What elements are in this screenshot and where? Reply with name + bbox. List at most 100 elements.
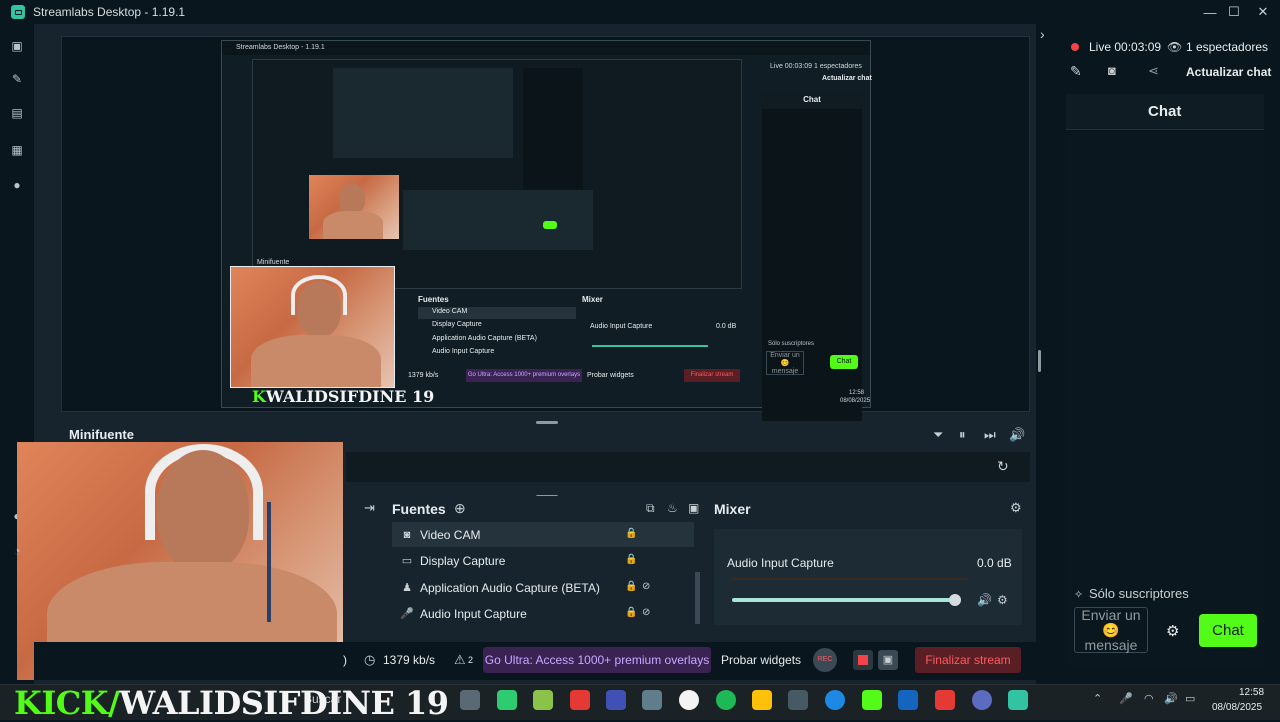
bitrate-value: 1379 kb/s xyxy=(383,653,436,667)
task-view-icon[interactable] xyxy=(460,690,480,710)
chat-settings-icon[interactable]: ⚙ xyxy=(1166,622,1179,640)
go-ultra-button[interactable]: Go Ultra: Access 1000+ premium overlays xyxy=(483,647,711,673)
mixer-slider-handle[interactable] xyxy=(949,594,961,606)
refresh-chat-button[interactable]: Actualizar chat xyxy=(1186,65,1271,79)
lock-icon[interactable]: 🔒 xyxy=(625,528,637,539)
youtube-icon-2[interactable] xyxy=(935,690,955,710)
kick-app-icon[interactable] xyxy=(862,690,882,710)
nested-chat-button: Chat xyxy=(830,355,858,369)
viewer-count: 1 espectadores xyxy=(1186,40,1269,54)
skip-icon[interactable]: ⏭ xyxy=(984,427,996,443)
editor-icon[interactable]: ▣ xyxy=(10,40,24,52)
volume-icon[interactable]: 🔊 xyxy=(1009,427,1025,443)
wifi-icon[interactable]: ◠ xyxy=(1144,692,1154,705)
eye-off-icon[interactable]: ⊘ xyxy=(642,581,650,592)
sidebar-icon-7[interactable]: ◔ xyxy=(10,545,24,557)
nested-ultra: Go Ultra: Access 1000+ premium overlays xyxy=(466,369,582,382)
nested-fuentes: Fuentes xyxy=(418,295,449,304)
source-row[interactable]: ◙ Video CAM xyxy=(392,522,694,547)
chrome-icon[interactable] xyxy=(679,690,699,710)
tray-chevron-icon[interactable]: ⌃ xyxy=(1093,692,1102,705)
defender-icon[interactable] xyxy=(898,690,918,710)
source-folder-icon[interactable]: ⧉ xyxy=(646,501,655,516)
lock-icon[interactable]: 🔒 xyxy=(625,607,637,618)
nested-chat-header: Chat xyxy=(762,91,862,109)
spotify-icon[interactable] xyxy=(716,690,736,710)
viewers-icon: 👁 xyxy=(1167,40,1183,54)
pause-icon[interactable]: ⏸ xyxy=(959,427,966,443)
tray-mic-icon[interactable]: 🎤 xyxy=(1119,692,1133,705)
sources-title: Fuentes xyxy=(392,501,446,517)
app-icon-4[interactable] xyxy=(788,690,808,710)
app-icon-3[interactable] xyxy=(752,690,772,710)
replay-save-icon[interactable]: ▣ xyxy=(878,650,898,670)
source-name: Application Audio Capture (BETA) xyxy=(420,580,600,595)
nested-refresh: Actualizar chat xyxy=(822,75,872,82)
battery-icon[interactable]: ▭ xyxy=(1185,692,1195,705)
warning-icon[interactable]: ⚠ xyxy=(454,652,466,668)
youtube-icon[interactable] xyxy=(570,690,590,710)
nested-bitrate: 1379 kb/s xyxy=(408,372,439,379)
mixer-db: 0.0 dB xyxy=(977,556,1012,570)
rec-button[interactable]: REC xyxy=(813,648,837,672)
sources-scrollbar[interactable] xyxy=(695,572,700,624)
play-icon[interactable]: ● xyxy=(10,179,24,191)
edge-icon[interactable] xyxy=(825,690,845,710)
collapse-chat-icon[interactable]: › xyxy=(1040,26,1045,42)
nested-chat-input: Enviar un 😊 mensaje xyxy=(766,351,804,375)
add-folder-icon[interactable]: ▣ xyxy=(688,501,699,515)
mixer-channel xyxy=(714,529,1022,625)
chat-resize-handle[interactable] xyxy=(1038,350,1041,372)
collapse-icon[interactable]: ⇥ xyxy=(364,500,375,516)
test-widgets-button[interactable]: Probar widgets xyxy=(721,653,801,667)
refresh-icon[interactable]: ↻ xyxy=(997,458,1009,475)
bitrate-icon: ◷ xyxy=(364,652,376,667)
camera-dock-icon[interactable]: ◙ xyxy=(1108,63,1116,78)
clock-time[interactable]: 12:58 xyxy=(1239,687,1264,698)
mic-icon: 🎤 xyxy=(400,608,414,620)
live-timer: Live 00:03:09 xyxy=(1089,40,1162,54)
nested-cam-large xyxy=(230,266,395,388)
nested-live: Live 00:03:09 xyxy=(770,63,813,70)
mixer-settings-icon[interactable]: ⚙ xyxy=(1010,500,1022,516)
mixer-channel-name: Audio Input Capture xyxy=(727,556,834,570)
chat-send-button[interactable]: Chat xyxy=(1199,614,1257,647)
store-app-icon[interactable] xyxy=(606,690,626,710)
mixer-channel-settings-icon[interactable]: ⚙ xyxy=(997,593,1008,607)
speaker-icon[interactable]: 🔊 xyxy=(1164,692,1178,705)
themes-icon[interactable]: ✎ xyxy=(10,73,24,85)
app-icon-5[interactable] xyxy=(972,690,992,710)
store-icon[interactable]: ▤ xyxy=(10,107,24,119)
close-button[interactable]: ✕ xyxy=(1248,0,1278,24)
chat-input[interactable]: Enviar un 😊 mensaje xyxy=(1074,607,1148,653)
subs-only-icon: ✧ xyxy=(1074,589,1084,601)
streamlabs-taskbar-icon[interactable] xyxy=(1008,690,1028,710)
chat-header: Chat xyxy=(1148,103,1182,120)
share-icon[interactable]: ⋖ xyxy=(1148,63,1159,79)
add-source-icon[interactable]: ⊕ xyxy=(454,500,466,517)
source-row[interactable]: ▭ Display Capture xyxy=(392,548,694,573)
mail-icon[interactable] xyxy=(642,690,662,710)
lock-icon[interactable]: 🔒 xyxy=(625,554,637,565)
source-hide-icon[interactable]: ♨ xyxy=(667,501,678,515)
app-icon-1[interactable] xyxy=(497,690,517,710)
mixer-volume-slider[interactable] xyxy=(732,598,956,602)
stop-button[interactable] xyxy=(853,650,873,670)
streamlabs-logo-icon xyxy=(11,5,25,19)
filter-icon[interactable]: ⏷ xyxy=(933,427,943,443)
maximize-button[interactable]: ☐ xyxy=(1219,0,1249,24)
lock-icon[interactable]: 🔒 xyxy=(625,581,637,592)
eye-off-icon[interactable]: ⊘ xyxy=(642,607,650,618)
nested-end-stream: Finalizar stream xyxy=(684,369,740,382)
mixer-mute-icon[interactable]: 🔊 xyxy=(977,593,992,607)
nested-subs: Sólo suscriptores xyxy=(768,341,815,347)
nested-clock-time: 12:58 xyxy=(849,390,865,396)
end-stream-button[interactable]: Finalizar stream xyxy=(915,647,1021,673)
sidebar-icon-6[interactable]: ◐ xyxy=(10,510,24,522)
clock-date[interactable]: 08/08/2025 xyxy=(1212,702,1262,713)
preview-resize-handle[interactable] xyxy=(536,421,558,424)
layout-icon[interactable]: ▦ xyxy=(10,144,24,156)
edit-icon[interactable]: ✎ xyxy=(1070,63,1082,80)
app-icon-2[interactable] xyxy=(533,690,553,710)
nested-inner-preview xyxy=(252,59,742,289)
